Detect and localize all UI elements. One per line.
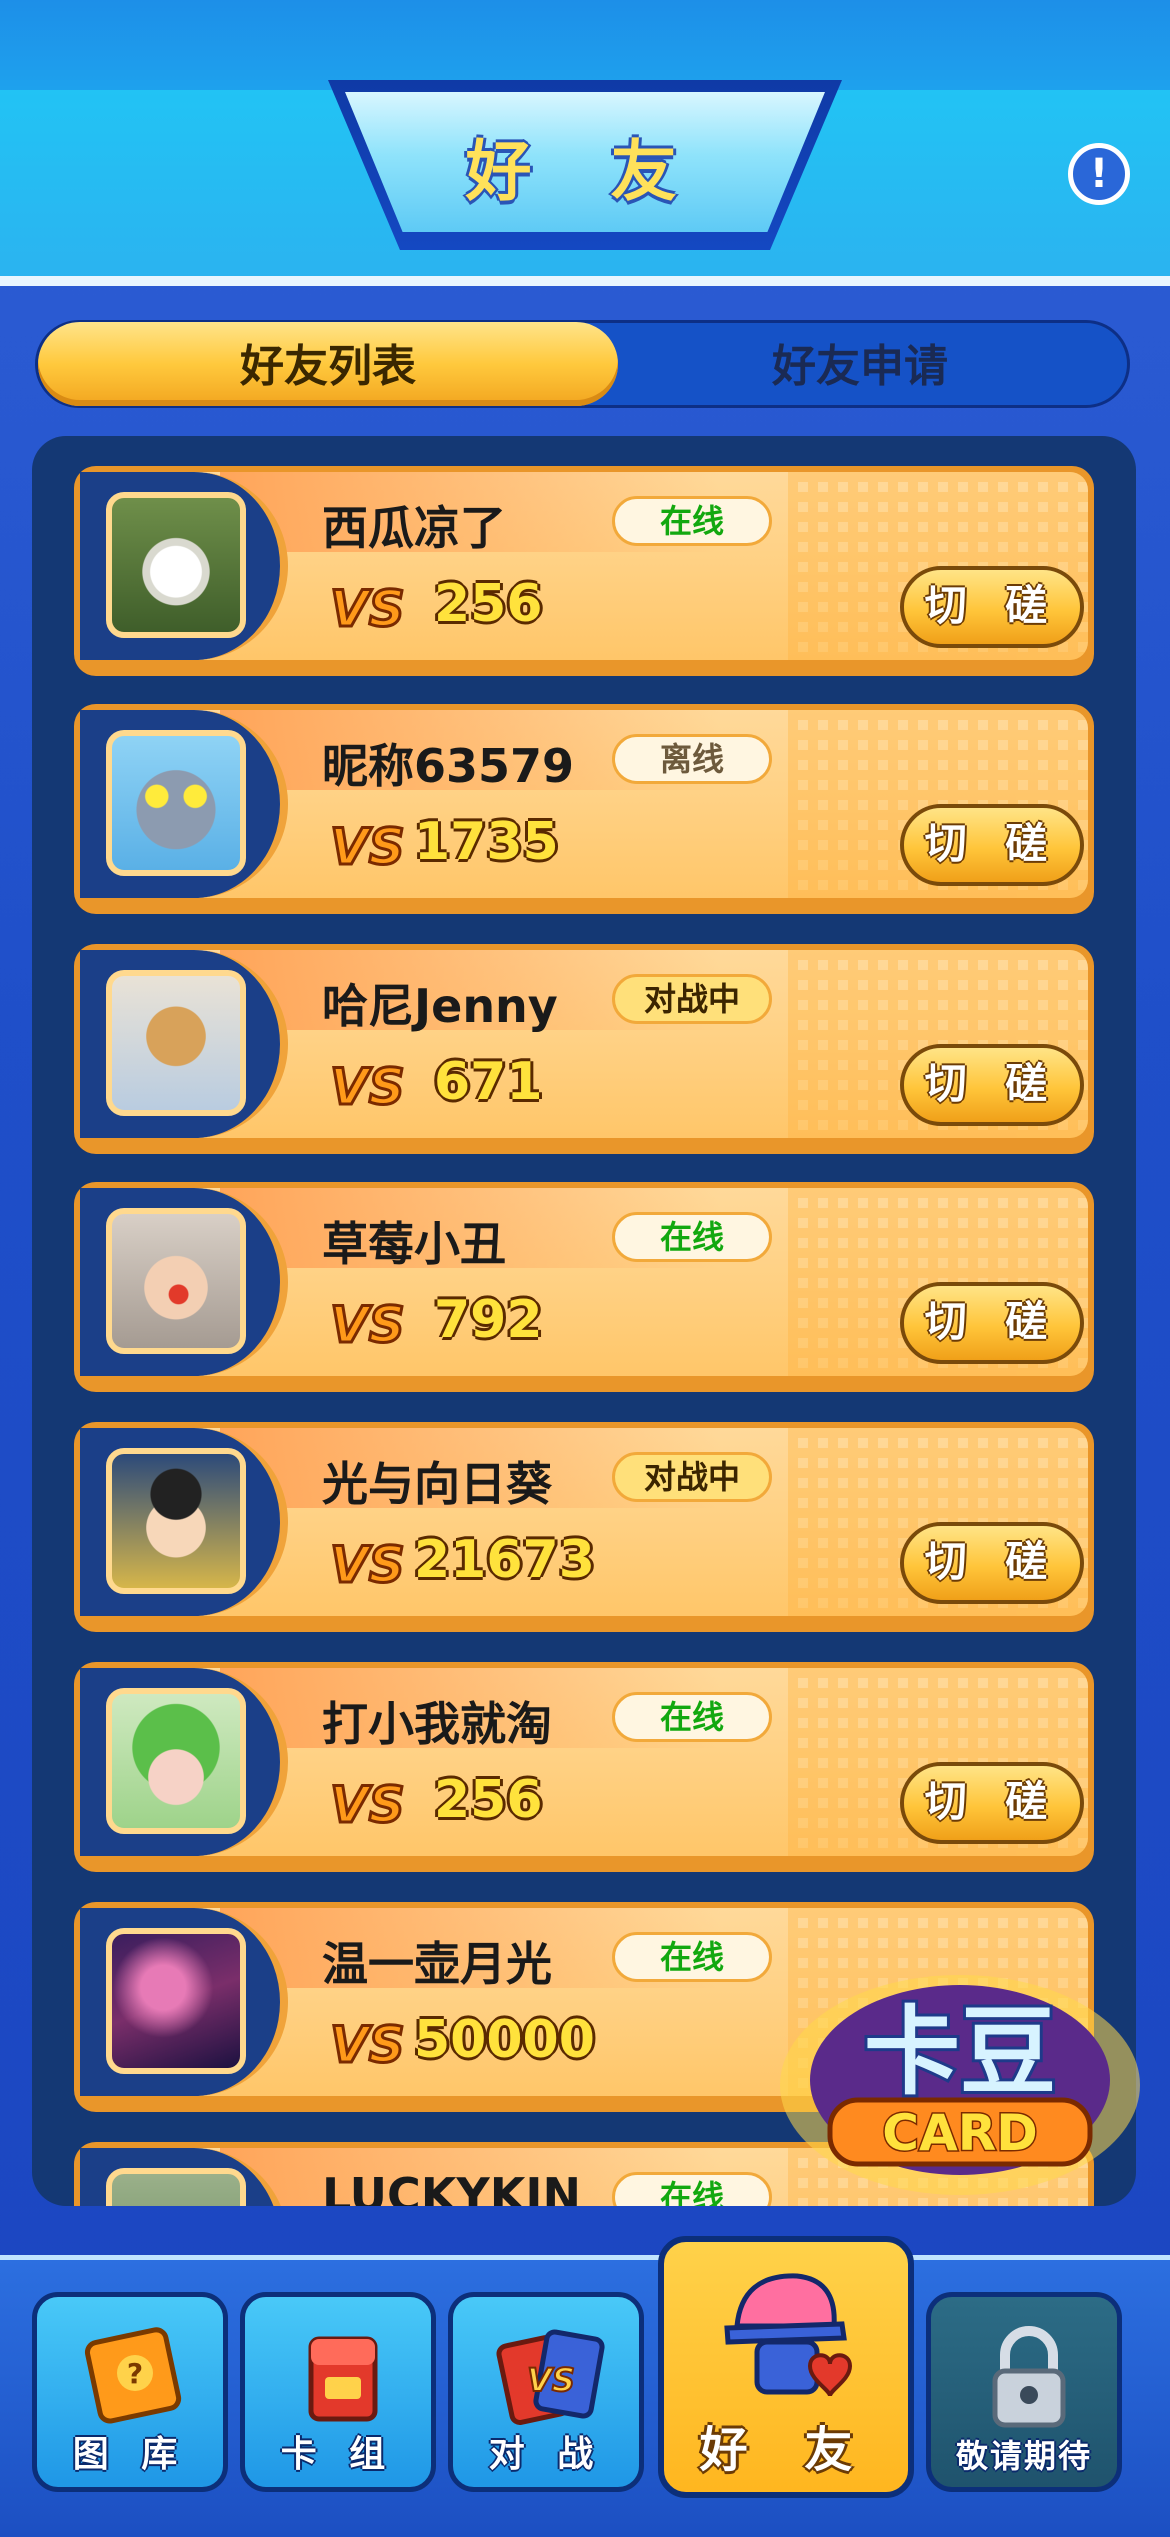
tab-friend-list-label[interactable]: 好友列表 xyxy=(38,330,618,394)
svg-text:VS: VS xyxy=(330,1536,405,1590)
nav-deck-label: 卡 组 xyxy=(280,2434,396,2475)
nav-gallery[interactable]: ? 图 库 xyxy=(32,2292,228,2492)
friend-nickname: 温一壶月光 xyxy=(322,1937,552,1991)
nav-deck[interactable]: 卡 组 xyxy=(240,2292,436,2492)
nav-gallery-label: 图 库 xyxy=(72,2434,188,2475)
score-value: 50000 xyxy=(414,2010,595,2070)
status-badge: 离线 xyxy=(612,734,772,784)
svg-text:VS: VS xyxy=(330,2016,405,2070)
status-badge: 对战中 xyxy=(612,1452,772,1502)
friend-nickname: 光与向日葵 xyxy=(322,1457,552,1511)
friend-nickname: 打小我就淘 xyxy=(322,1697,552,1751)
friend-row: 昵称63579 离线 VS 1735 切 磋 xyxy=(74,704,1094,914)
score-value: 256 xyxy=(434,1770,543,1830)
galaxy-avatar[interactable] xyxy=(106,1928,246,2074)
nav-friends-label: 好 友 xyxy=(699,2422,873,2478)
friend-row: 光与向日葵 对战中 VS 21673 切 磋 xyxy=(74,1422,1094,1632)
vs-icon: VS xyxy=(329,2015,407,2071)
friend-nickname: LUCKYKIN xyxy=(322,2168,581,2206)
exclamation-icon: ! xyxy=(1089,151,1109,197)
child-clown-avatar[interactable] xyxy=(106,1208,246,1354)
friend-row: 打小我就淘 在线 VS 256 切 磋 xyxy=(74,1662,1094,1872)
vs-icon: VS xyxy=(329,1057,407,1113)
friend-row: 哈尼Jenny 对战中 VS 671 切 磋 xyxy=(74,944,1094,1154)
svg-text:VS: VS xyxy=(330,1776,405,1830)
spar-button[interactable]: 切 磋 xyxy=(900,1762,1084,1844)
lock-icon xyxy=(992,2326,1066,2428)
score-value: 792 xyxy=(434,1290,543,1350)
header-divider xyxy=(0,276,1170,286)
card-box-icon xyxy=(308,2336,378,2422)
friend-nickname: 西瓜凉了 xyxy=(322,501,506,555)
status-badge: 在线 xyxy=(612,1692,772,1742)
vs-cards-icon: VS xyxy=(496,2329,605,2425)
nav-coming-soon-label: 敬请期待 xyxy=(955,2437,1092,2475)
spar-button[interactable]: 切 磋 xyxy=(900,1282,1084,1364)
nav-battle-label: 对 战 xyxy=(488,2434,604,2475)
svg-text:VS: VS xyxy=(330,1296,405,1350)
nav-friends[interactable]: 好 友 xyxy=(658,2236,914,2498)
score-value: 1735 xyxy=(414,812,559,872)
status-badge: 在线 xyxy=(612,1932,772,1982)
score-value: 256 xyxy=(434,574,543,634)
status-badge: 在线 xyxy=(612,1212,772,1262)
nav-coming-soon[interactable]: 敬请期待 xyxy=(926,2292,1122,2492)
spar-button[interactable]: 切 磋 xyxy=(900,804,1084,886)
friend-row: 西瓜凉了 在线 VS 256 切 磋 xyxy=(74,466,1094,676)
frog-hat-avatar[interactable] xyxy=(106,1688,246,1834)
friend-list[interactable]: 西瓜凉了 在线 VS 256 切 磋 昵称63579 离线 VS 1735 切 … xyxy=(32,436,1136,2206)
vs-icon: VS xyxy=(329,817,407,873)
vs-icon: VS xyxy=(329,579,407,635)
spar-button[interactable]: 切 磋 xyxy=(900,1044,1084,1126)
shiba-avatar[interactable] xyxy=(106,970,246,1116)
friend-nickname: 草莓小丑 xyxy=(322,1217,506,1271)
help-button[interactable]: ! xyxy=(1068,143,1130,205)
friend-row: 草莓小丑 在线 VS 792 切 磋 xyxy=(74,1182,1094,1392)
card-logo-badge[interactable]: 卡豆 CARD xyxy=(770,1950,1150,2200)
spar-button[interactable]: 切 磋 xyxy=(900,566,1084,648)
svg-text:VS: VS xyxy=(330,1058,405,1112)
goose-avatar[interactable] xyxy=(106,492,246,638)
cartoon-boy-avatar[interactable] xyxy=(106,1448,246,1594)
score-value: 21673 xyxy=(414,1530,595,1590)
vs-icon: VS xyxy=(329,1295,407,1351)
spar-button[interactable]: 切 磋 xyxy=(900,1522,1084,1604)
badge-subtitle: CARD xyxy=(882,2104,1037,2162)
book-icon: ? xyxy=(84,2327,182,2424)
vs-icon: VS xyxy=(329,1775,407,1831)
nav-battle[interactable]: VS 对 战 xyxy=(448,2292,644,2492)
svg-text:VS: VS xyxy=(527,2361,575,2399)
friend-nickname: 哈尼Jenny xyxy=(322,979,558,1033)
status-badge: 在线 xyxy=(612,496,772,546)
friend-nickname: 昵称63579 xyxy=(322,739,575,793)
badge-title: 卡豆 xyxy=(864,1996,1056,2108)
cat-sunglasses-avatar[interactable] xyxy=(106,730,246,876)
friend-cap-icon xyxy=(724,2273,853,2397)
status-badge: 在线 xyxy=(612,2172,772,2206)
page-title: 好 友 xyxy=(465,133,705,210)
tab-friend-requests[interactable]: 好友申请 xyxy=(620,330,1100,394)
svg-text:VS: VS xyxy=(330,818,405,872)
score-value: 671 xyxy=(434,1052,543,1112)
partial-avatar[interactable] xyxy=(106,2168,246,2206)
svg-text:VS: VS xyxy=(330,580,405,634)
status-badge: 对战中 xyxy=(612,974,772,1024)
vs-icon: VS xyxy=(329,1535,407,1591)
svg-text:?: ? xyxy=(127,2357,143,2390)
